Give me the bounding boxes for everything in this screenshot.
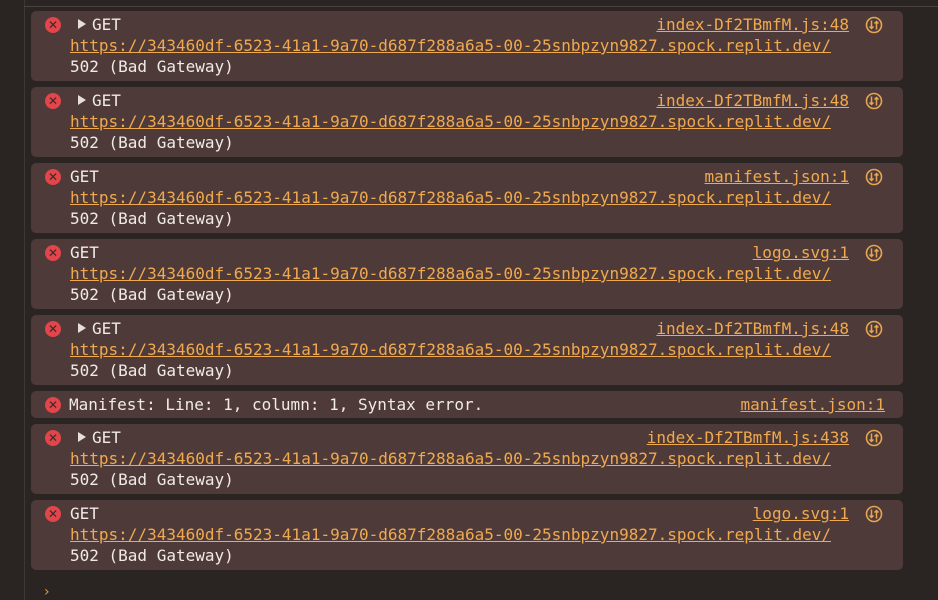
source-link[interactable]: manifest.json:1 <box>705 166 850 187</box>
status-text: 502 (Bad Gateway) <box>70 546 234 565</box>
network-request-icon[interactable] <box>865 92 883 110</box>
request-method: GET <box>92 91 121 110</box>
request-summary[interactable]: GET <box>70 90 121 111</box>
request-summary: GET <box>70 242 99 263</box>
request-method: GET <box>92 319 121 338</box>
request-summary[interactable]: GET <box>70 427 121 448</box>
divider <box>24 6 938 7</box>
console-message[interactable]: ✕ GET index-Df2TBmfM.js:48 https://34346… <box>31 11 903 81</box>
request-summary: GET <box>70 166 99 187</box>
error-icon: ✕ <box>45 321 61 337</box>
error-text: Manifest: Line: 1, column: 1, Syntax err… <box>69 395 484 414</box>
error-icon: ✕ <box>45 169 61 185</box>
request-summary[interactable]: GET <box>70 14 121 35</box>
console-message[interactable]: ✕ GET logo.svg:1 https://343460df-6523-4… <box>31 239 903 309</box>
source-link[interactable]: index-Df2TBmfM.js:48 <box>656 90 849 111</box>
request-method: GET <box>70 243 99 262</box>
source-link[interactable]: index-Df2TBmfM.js:438 <box>647 427 849 448</box>
console-message[interactable]: ✕ GET index-Df2TBmfM.js:438 https://3434… <box>31 424 903 494</box>
request-url[interactable]: https://343460df-6523-41a1-9a70-d687f288… <box>70 448 886 469</box>
status-text: 502 (Bad Gateway) <box>70 57 234 76</box>
network-request-icon[interactable] <box>865 168 883 186</box>
console-gutter <box>0 0 25 600</box>
request-url[interactable]: https://343460df-6523-41a1-9a70-d687f288… <box>70 339 886 360</box>
error-icon: ✕ <box>45 506 61 522</box>
source-link[interactable]: logo.svg:1 <box>753 503 849 524</box>
source-link[interactable]: index-Df2TBmfM.js:48 <box>656 14 849 35</box>
console-messages: ✕ GET index-Df2TBmfM.js:48 https://34346… <box>31 11 903 576</box>
request-summary: GET <box>70 503 99 524</box>
network-request-icon[interactable] <box>865 16 883 34</box>
network-request-icon[interactable] <box>865 429 883 447</box>
request-method: GET <box>92 15 121 34</box>
console-panel: ✕ GET index-Df2TBmfM.js:48 https://34346… <box>0 0 938 600</box>
network-request-icon[interactable] <box>865 505 883 523</box>
expand-triangle-icon[interactable] <box>78 432 86 442</box>
prompt-chevron-icon: › <box>44 584 50 600</box>
status-text: 502 (Bad Gateway) <box>70 361 234 380</box>
console-message[interactable]: ✕ Manifest: Line: 1, column: 1, Syntax e… <box>31 391 903 418</box>
network-request-icon[interactable] <box>865 320 883 338</box>
console-message[interactable]: ✕ GET index-Df2TBmfM.js:48 https://34346… <box>31 315 903 385</box>
expand-triangle-icon[interactable] <box>78 323 86 333</box>
error-icon: ✕ <box>45 430 61 446</box>
source-link[interactable]: index-Df2TBmfM.js:48 <box>656 318 849 339</box>
request-method: GET <box>70 167 99 186</box>
status-text: 502 (Bad Gateway) <box>70 285 234 304</box>
console-message[interactable]: ✕ GET index-Df2TBmfM.js:48 https://34346… <box>31 87 903 157</box>
request-summary[interactable]: GET <box>70 318 121 339</box>
console-prompt[interactable]: › <box>44 584 50 600</box>
request-method: GET <box>92 428 121 447</box>
console-message[interactable]: ✕ GET manifest.json:1 https://343460df-6… <box>31 163 903 233</box>
status-text: 502 (Bad Gateway) <box>70 209 234 228</box>
error-icon: ✕ <box>45 93 61 109</box>
error-icon: ✕ <box>45 17 61 33</box>
request-url[interactable]: https://343460df-6523-41a1-9a70-d687f288… <box>70 111 886 132</box>
request-method: GET <box>70 504 99 523</box>
error-icon: ✕ <box>45 245 61 261</box>
status-text: 502 (Bad Gateway) <box>70 133 234 152</box>
status-text: 502 (Bad Gateway) <box>70 470 234 489</box>
console-message[interactable]: ✕ GET logo.svg:1 https://343460df-6523-4… <box>31 500 903 570</box>
expand-triangle-icon[interactable] <box>78 19 86 29</box>
expand-triangle-icon[interactable] <box>78 95 86 105</box>
request-url[interactable]: https://343460df-6523-41a1-9a70-d687f288… <box>70 263 886 284</box>
source-link[interactable]: manifest.json:1 <box>741 394 886 415</box>
request-url[interactable]: https://343460df-6523-41a1-9a70-d687f288… <box>70 35 886 56</box>
error-icon: ✕ <box>45 397 61 413</box>
request-url[interactable]: https://343460df-6523-41a1-9a70-d687f288… <box>70 524 886 545</box>
source-link[interactable]: logo.svg:1 <box>753 242 849 263</box>
network-request-icon[interactable] <box>865 244 883 262</box>
request-url[interactable]: https://343460df-6523-41a1-9a70-d687f288… <box>70 187 886 208</box>
